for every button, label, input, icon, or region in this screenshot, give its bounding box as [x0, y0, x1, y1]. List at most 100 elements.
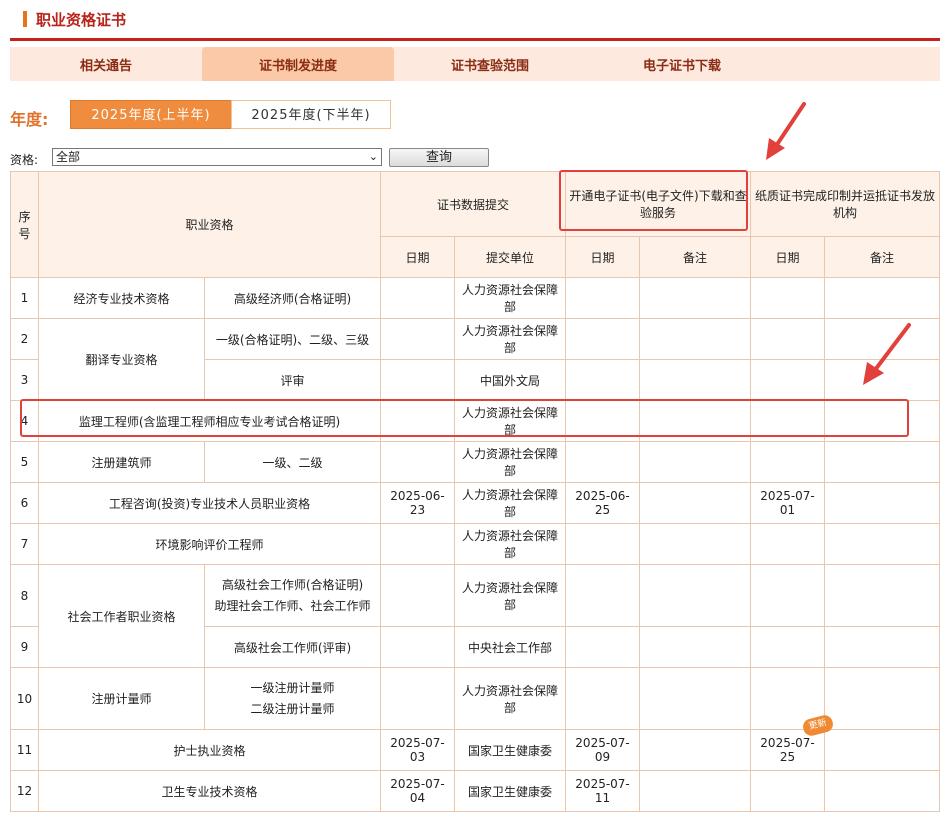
row-submit-date	[380, 400, 456, 442]
header-submit-group: 证书数据提交	[380, 171, 567, 237]
row-unit: 中国外文局	[454, 359, 567, 401]
query-button[interactable]: 查询	[389, 148, 489, 167]
row-sub-line: 高级社会工作师(合格证明)	[221, 577, 364, 592]
tab-notices[interactable]: 相关通告	[10, 47, 202, 81]
row-paper-note	[824, 441, 941, 483]
row-seq: 7	[10, 523, 39, 565]
row-unit: 人力资源社会保障部	[454, 318, 567, 360]
row-paper-note	[824, 400, 941, 442]
row-category: 卫生专业技术资格	[37, 770, 382, 812]
year-label: 年度:	[10, 110, 49, 129]
row-paper-date	[750, 277, 826, 319]
row-category: 注册建筑师	[38, 441, 205, 483]
progress-table: 序号 职业资格 证书数据提交 开通电子证书(电子文件)下载和查验服务 纸质证书完…	[10, 171, 941, 812]
row-ecert-date	[565, 400, 641, 442]
row-category: 监理工程师(含监理工程师相应专业考试合格证明)	[37, 400, 382, 442]
table-row: 2 翻译专业资格 一级(合格证明)、二级、三级 人力资源社会保障部	[10, 318, 941, 401]
row-ecert-date	[565, 667, 641, 730]
row-paper-date	[750, 400, 826, 442]
row-sub-line: 一级注册计量师	[250, 680, 335, 695]
row-ecert-date: 2025-07-09	[565, 729, 641, 771]
row-ecert-date: 2025-06-25	[565, 482, 641, 524]
row-ecert-note	[639, 277, 752, 319]
header-submit-date: 日期	[380, 236, 456, 278]
header-paper-date: 日期	[750, 236, 826, 278]
row-seq: 12	[10, 770, 39, 812]
row-unit: 国家卫生健康委	[454, 729, 567, 771]
row-submit-date	[380, 523, 456, 565]
row-seq: 8	[10, 564, 39, 627]
row-category: 环境影响评价工程师	[37, 523, 382, 565]
tab-bar: 相关通告 证书制发进度 证书查验范围 电子证书下载	[10, 47, 940, 81]
row-seq: 9	[10, 626, 39, 668]
row-ecert-date	[565, 523, 641, 565]
table-row: 10 注册计量师 一级注册计量师 二级注册计量师 人力资源社会保障部	[10, 667, 941, 730]
row-sub: 高级社会工作师(评审)	[203, 626, 382, 668]
header-seq: 序号	[10, 171, 39, 278]
year-first-half-button[interactable]: 2025年度(上半年)	[70, 100, 232, 129]
row-ecert-note	[639, 626, 752, 668]
row-sub-line: 二级注册计量师	[250, 701, 335, 716]
table-row: 11 护士执业资格 2025-07-03 国家卫生健康委 2025-07-09 …	[10, 729, 941, 771]
annotation-arrow-icon	[766, 102, 806, 160]
row-seq: 6	[10, 482, 39, 524]
row-unit: 人力资源社会保障部	[454, 277, 567, 319]
row-ecert-note	[639, 523, 752, 565]
header-paper-group: 纸质证书完成印制并运抵证书发放机构	[750, 171, 941, 237]
row-unit: 人力资源社会保障部	[454, 564, 567, 627]
row-sub-line: 助理社会工作师、社会工作师	[214, 598, 371, 613]
row-ecert-date	[565, 441, 641, 483]
table-row: 4 监理工程师(含监理工程师相应专业考试合格证明) 人力资源社会保障部	[10, 400, 941, 442]
row-ecert-date: 2025-07-11	[565, 770, 641, 812]
row-ecert-date	[565, 564, 641, 627]
row-paper-date: 2025-07-25	[750, 729, 826, 771]
row-submit-date	[380, 318, 456, 360]
header-paper-note: 备注	[824, 236, 941, 278]
year-second-half-button[interactable]: 2025年度(下半年)	[231, 100, 391, 129]
row-paper-date	[750, 318, 826, 360]
header-qualification: 职业资格	[37, 171, 382, 278]
tab-verify-scope[interactable]: 证书查验范围	[394, 47, 586, 81]
header-ecert-note: 备注	[639, 236, 752, 278]
row-ecert-note	[639, 770, 752, 812]
row-paper-date: 2025-07-01	[750, 482, 826, 524]
header-submit-unit: 提交单位	[454, 236, 567, 278]
row-submit-date	[380, 441, 456, 483]
table-row: 6 工程咨询(投资)专业技术人员职业资格 2025-06-23 人力资源社会保障…	[10, 482, 941, 524]
tab-progress[interactable]: 证书制发进度	[202, 47, 394, 81]
row-seq: 11	[10, 729, 39, 771]
tab-ecert-download[interactable]: 电子证书下载	[586, 47, 778, 81]
row-category: 注册计量师	[38, 667, 205, 730]
row-unit: 国家卫生健康委	[454, 770, 567, 812]
table-row: 1 经济专业技术资格 高级经济师(合格证明) 人力资源社会保障部	[10, 277, 941, 319]
page-title: 职业资格证书	[36, 11, 127, 29]
row-ecert-date	[565, 277, 641, 319]
row-category: 工程咨询(投资)专业技术人员职业资格	[37, 482, 382, 524]
row-submit-date	[380, 277, 456, 319]
row-unit: 人力资源社会保障部	[454, 482, 567, 524]
row-ecert-date	[565, 359, 641, 401]
row-seq: 10	[10, 667, 39, 730]
row-unit: 中央社会工作部	[454, 626, 567, 668]
chevron-down-icon: ⌄	[368, 150, 378, 163]
row-ecert-note	[639, 359, 752, 401]
row-paper-date	[750, 770, 826, 812]
row-submit-date	[380, 626, 456, 668]
row-category: 社会工作者职业资格	[38, 564, 205, 668]
header-ecert-date: 日期	[565, 236, 641, 278]
qualification-filter-label: 资格:	[10, 153, 39, 167]
row-seq: 1	[10, 277, 39, 319]
row-unit: 人力资源社会保障部	[454, 667, 567, 730]
row-submit-date: 2025-06-23	[380, 482, 456, 524]
row-category: 翻译专业资格	[38, 318, 205, 401]
qualification-select[interactable]: 全部 ⌄	[52, 148, 382, 166]
row-paper-note	[824, 667, 941, 730]
row-sub: 评审	[203, 359, 382, 401]
row-paper-date	[750, 441, 826, 483]
row-unit: 人力资源社会保障部	[454, 400, 567, 442]
section-header: 职业资格证书	[10, 0, 940, 41]
row-ecert-note	[639, 441, 752, 483]
row-submit-date	[380, 359, 456, 401]
row-paper-note	[824, 626, 941, 668]
row-sub: 一级注册计量师 二级注册计量师	[203, 667, 382, 730]
